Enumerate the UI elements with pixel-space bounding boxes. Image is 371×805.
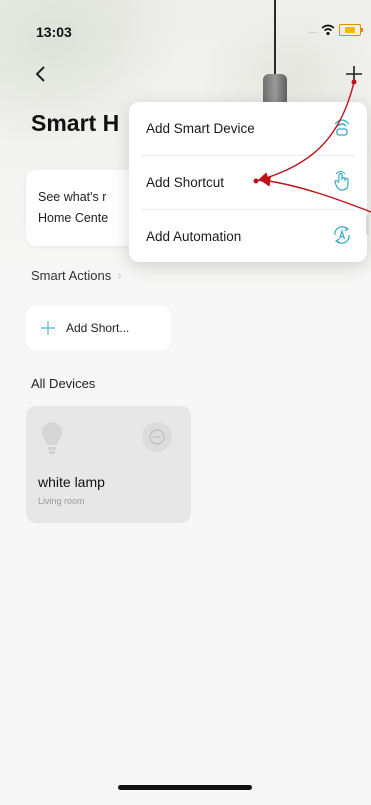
wifi-icon [321, 24, 335, 36]
plus-icon [346, 66, 362, 82]
menu-item-label: Add Shortcut [146, 175, 225, 190]
all-devices-header: All Devices [31, 376, 96, 391]
scrollbar [366, 215, 369, 235]
promo-text-line1: See what's r [38, 190, 107, 204]
device-room: Living room [38, 496, 85, 506]
page-title: Smart H [31, 110, 120, 136]
battery-icon [339, 24, 363, 36]
home-indicator [118, 785, 252, 790]
pendant-cord [274, 0, 276, 78]
device-name: white lamp [38, 474, 105, 490]
power-toggle[interactable] [142, 422, 172, 452]
menu-item-add-automation[interactable]: Add Automation [129, 210, 367, 262]
add-shortcut-label: Add Short... [66, 321, 130, 335]
chevron-right-icon: › [117, 268, 122, 283]
plus-icon [41, 321, 55, 335]
smart-actions-header[interactable]: Smart Actions › [31, 268, 122, 283]
promo-text-line2: Home Cente [38, 211, 109, 225]
automation-icon [334, 226, 350, 244]
add-menu-dropdown: Add Smart Device Add Shortcut Add Automa… [129, 102, 367, 262]
pendant-lamp [263, 74, 287, 104]
add-button[interactable] [342, 60, 366, 88]
tap-hand-icon [334, 170, 349, 191]
minus-circle-icon [149, 429, 165, 445]
status-time: 13:03 [36, 24, 72, 40]
menu-item-label: Add Smart Device [146, 121, 255, 136]
device-card[interactable]: white lamp Living room [26, 406, 191, 523]
bulb-icon [42, 422, 62, 454]
add-shortcut-card[interactable]: Add Short... [26, 306, 171, 350]
menu-item-add-smart-device[interactable]: Add Smart Device [129, 102, 367, 155]
signal-icon: ..... [308, 24, 318, 36]
smart-device-icon [334, 119, 350, 136]
menu-item-label: Add Automation [146, 229, 242, 244]
chevron-left-icon [35, 66, 45, 82]
status-icons: ..... [308, 24, 363, 36]
menu-item-add-shortcut[interactable]: Add Shortcut [129, 156, 367, 209]
back-button[interactable] [28, 60, 52, 88]
smart-actions-label: Smart Actions [31, 268, 112, 283]
